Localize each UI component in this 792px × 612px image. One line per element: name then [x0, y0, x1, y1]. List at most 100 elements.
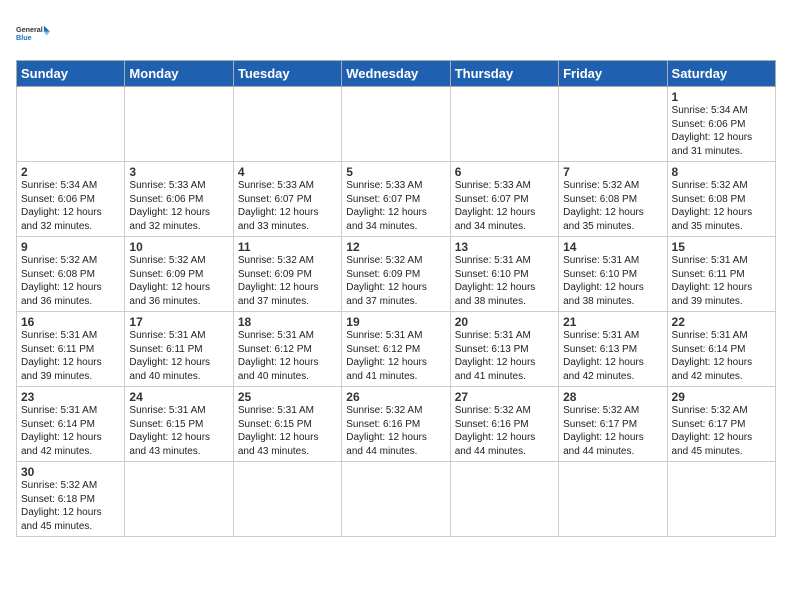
day-cell: 14Sunrise: 5:31 AM Sunset: 6:10 PM Dayli… [559, 237, 667, 312]
day-cell: 24Sunrise: 5:31 AM Sunset: 6:15 PM Dayli… [125, 387, 233, 462]
day-number: 24 [129, 390, 228, 404]
day-number: 16 [21, 315, 120, 329]
day-info: Sunrise: 5:32 AM Sunset: 6:09 PM Dayligh… [238, 254, 337, 308]
day-cell: 25Sunrise: 5:31 AM Sunset: 6:15 PM Dayli… [233, 387, 341, 462]
svg-text:Blue: Blue [16, 33, 32, 42]
day-info: Sunrise: 5:32 AM Sunset: 6:18 PM Dayligh… [21, 479, 120, 533]
day-info: Sunrise: 5:32 AM Sunset: 6:16 PM Dayligh… [455, 404, 554, 458]
day-number: 4 [238, 165, 337, 179]
day-cell [233, 87, 341, 162]
day-number: 9 [21, 240, 120, 254]
day-cell [667, 462, 775, 537]
weekday-header-row: SundayMondayTuesdayWednesdayThursdayFrid… [17, 61, 776, 87]
day-number: 10 [129, 240, 228, 254]
day-number: 1 [672, 90, 771, 104]
day-info: Sunrise: 5:32 AM Sunset: 6:08 PM Dayligh… [672, 179, 771, 233]
day-cell: 8Sunrise: 5:32 AM Sunset: 6:08 PM Daylig… [667, 162, 775, 237]
day-info: Sunrise: 5:31 AM Sunset: 6:14 PM Dayligh… [21, 404, 120, 458]
weekday-header-friday: Friday [559, 61, 667, 87]
day-cell [559, 87, 667, 162]
day-number: 19 [346, 315, 445, 329]
day-info: Sunrise: 5:31 AM Sunset: 6:13 PM Dayligh… [455, 329, 554, 383]
day-info: Sunrise: 5:31 AM Sunset: 6:11 PM Dayligh… [129, 329, 228, 383]
day-info: Sunrise: 5:33 AM Sunset: 6:07 PM Dayligh… [455, 179, 554, 233]
day-cell [342, 87, 450, 162]
day-cell [450, 87, 558, 162]
week-row-2: 2Sunrise: 5:34 AM Sunset: 6:06 PM Daylig… [17, 162, 776, 237]
day-number: 21 [563, 315, 662, 329]
day-number: 30 [21, 465, 120, 479]
day-cell: 1Sunrise: 5:34 AM Sunset: 6:06 PM Daylig… [667, 87, 775, 162]
day-number: 15 [672, 240, 771, 254]
day-info: Sunrise: 5:34 AM Sunset: 6:06 PM Dayligh… [21, 179, 120, 233]
week-row-6: 30Sunrise: 5:32 AM Sunset: 6:18 PM Dayli… [17, 462, 776, 537]
day-cell: 27Sunrise: 5:32 AM Sunset: 6:16 PM Dayli… [450, 387, 558, 462]
day-info: Sunrise: 5:31 AM Sunset: 6:15 PM Dayligh… [129, 404, 228, 458]
weekday-header-wednesday: Wednesday [342, 61, 450, 87]
day-number: 11 [238, 240, 337, 254]
day-cell: 16Sunrise: 5:31 AM Sunset: 6:11 PM Dayli… [17, 312, 125, 387]
day-number: 25 [238, 390, 337, 404]
day-cell [233, 462, 341, 537]
day-cell [559, 462, 667, 537]
day-number: 26 [346, 390, 445, 404]
svg-text:General: General [16, 25, 43, 34]
day-cell: 19Sunrise: 5:31 AM Sunset: 6:12 PM Dayli… [342, 312, 450, 387]
day-info: Sunrise: 5:32 AM Sunset: 6:17 PM Dayligh… [563, 404, 662, 458]
day-cell: 11Sunrise: 5:32 AM Sunset: 6:09 PM Dayli… [233, 237, 341, 312]
day-info: Sunrise: 5:33 AM Sunset: 6:07 PM Dayligh… [346, 179, 445, 233]
day-cell: 17Sunrise: 5:31 AM Sunset: 6:11 PM Dayli… [125, 312, 233, 387]
day-cell: 18Sunrise: 5:31 AM Sunset: 6:12 PM Dayli… [233, 312, 341, 387]
day-number: 28 [563, 390, 662, 404]
logo: General Blue [16, 16, 52, 52]
day-cell: 5Sunrise: 5:33 AM Sunset: 6:07 PM Daylig… [342, 162, 450, 237]
day-cell [125, 87, 233, 162]
day-number: 29 [672, 390, 771, 404]
day-number: 17 [129, 315, 228, 329]
header: General Blue [16, 16, 776, 52]
calendar-table: SundayMondayTuesdayWednesdayThursdayFrid… [16, 60, 776, 537]
day-cell: 29Sunrise: 5:32 AM Sunset: 6:17 PM Dayli… [667, 387, 775, 462]
day-info: Sunrise: 5:33 AM Sunset: 6:06 PM Dayligh… [129, 179, 228, 233]
day-cell [342, 462, 450, 537]
day-info: Sunrise: 5:32 AM Sunset: 6:08 PM Dayligh… [21, 254, 120, 308]
week-row-5: 23Sunrise: 5:31 AM Sunset: 6:14 PM Dayli… [17, 387, 776, 462]
day-cell: 10Sunrise: 5:32 AM Sunset: 6:09 PM Dayli… [125, 237, 233, 312]
day-cell: 6Sunrise: 5:33 AM Sunset: 6:07 PM Daylig… [450, 162, 558, 237]
day-number: 5 [346, 165, 445, 179]
day-number: 6 [455, 165, 554, 179]
day-info: Sunrise: 5:32 AM Sunset: 6:09 PM Dayligh… [129, 254, 228, 308]
day-cell: 3Sunrise: 5:33 AM Sunset: 6:06 PM Daylig… [125, 162, 233, 237]
day-cell: 21Sunrise: 5:31 AM Sunset: 6:13 PM Dayli… [559, 312, 667, 387]
week-row-1: 1Sunrise: 5:34 AM Sunset: 6:06 PM Daylig… [17, 87, 776, 162]
day-cell [450, 462, 558, 537]
day-number: 23 [21, 390, 120, 404]
day-cell: 2Sunrise: 5:34 AM Sunset: 6:06 PM Daylig… [17, 162, 125, 237]
day-info: Sunrise: 5:31 AM Sunset: 6:11 PM Dayligh… [672, 254, 771, 308]
weekday-header-saturday: Saturday [667, 61, 775, 87]
weekday-header-thursday: Thursday [450, 61, 558, 87]
day-cell: 13Sunrise: 5:31 AM Sunset: 6:10 PM Dayli… [450, 237, 558, 312]
day-cell: 12Sunrise: 5:32 AM Sunset: 6:09 PM Dayli… [342, 237, 450, 312]
day-info: Sunrise: 5:32 AM Sunset: 6:08 PM Dayligh… [563, 179, 662, 233]
day-cell: 20Sunrise: 5:31 AM Sunset: 6:13 PM Dayli… [450, 312, 558, 387]
day-info: Sunrise: 5:33 AM Sunset: 6:07 PM Dayligh… [238, 179, 337, 233]
day-info: Sunrise: 5:32 AM Sunset: 6:16 PM Dayligh… [346, 404, 445, 458]
day-number: 3 [129, 165, 228, 179]
day-cell: 9Sunrise: 5:32 AM Sunset: 6:08 PM Daylig… [17, 237, 125, 312]
day-cell: 15Sunrise: 5:31 AM Sunset: 6:11 PM Dayli… [667, 237, 775, 312]
day-info: Sunrise: 5:32 AM Sunset: 6:09 PM Dayligh… [346, 254, 445, 308]
day-info: Sunrise: 5:31 AM Sunset: 6:15 PM Dayligh… [238, 404, 337, 458]
day-cell: 26Sunrise: 5:32 AM Sunset: 6:16 PM Dayli… [342, 387, 450, 462]
logo-svg: General Blue [16, 16, 52, 52]
day-number: 2 [21, 165, 120, 179]
day-cell: 30Sunrise: 5:32 AM Sunset: 6:18 PM Dayli… [17, 462, 125, 537]
weekday-header-tuesday: Tuesday [233, 61, 341, 87]
day-info: Sunrise: 5:31 AM Sunset: 6:12 PM Dayligh… [346, 329, 445, 383]
day-cell [17, 87, 125, 162]
day-info: Sunrise: 5:31 AM Sunset: 6:13 PM Dayligh… [563, 329, 662, 383]
day-number: 22 [672, 315, 771, 329]
day-number: 27 [455, 390, 554, 404]
weekday-header-sunday: Sunday [17, 61, 125, 87]
day-number: 13 [455, 240, 554, 254]
